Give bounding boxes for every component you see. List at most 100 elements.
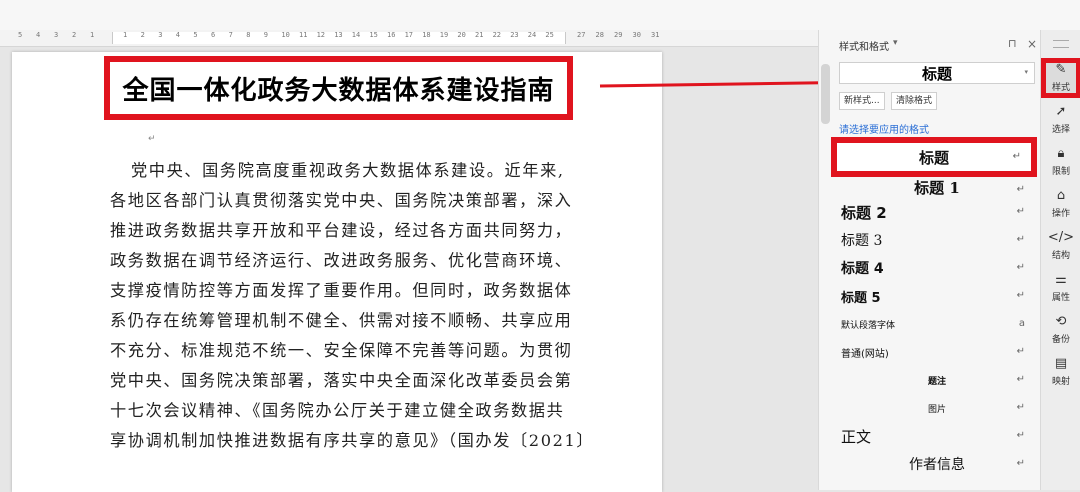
styles-panel: 样式和格式 ▾ ⊓ × 标题 ▾ 新样式... 清除格式 请选择要应用的格式 标… (818, 30, 1041, 490)
style-item-caption[interactable]: 题注 ↵ (839, 366, 1035, 394)
panel-title: 样式和格式 (839, 42, 889, 53)
tool-label: 操作 (1051, 209, 1070, 219)
tool-label: 映射 (1051, 377, 1070, 387)
toolbar-grip[interactable] (1053, 40, 1069, 48)
style-item-h2[interactable]: 标题 2 ↵ (839, 198, 1035, 226)
ruler-tick-label: 24 (527, 31, 537, 39)
body-line: 享协调机制加快推进数据有序共享的意见》（国办发〔2021〕 (110, 431, 595, 450)
style-item-picture[interactable]: 图片 ↵ (839, 394, 1035, 422)
panel-scrollbar[interactable] (821, 64, 830, 124)
cursor-icon: ➚ (1055, 104, 1067, 119)
body-line: 支撑疫情防控等方面发挥了重要作用。但同时，政务数据体 (110, 281, 573, 300)
tool-tag[interactable]: ⌂ 操作 (1041, 184, 1080, 224)
style-item-author[interactable]: 作者信息 ↵ (839, 450, 1035, 478)
paragraph-style-icon: ↵ (1012, 151, 1021, 162)
ruler-tick-label: 7 (228, 31, 233, 39)
ruler-tick-label: 4 (175, 31, 181, 39)
ruler-tick-label: 10 (281, 31, 290, 39)
panel-title-dropdown-icon[interactable]: ▾ (893, 38, 898, 48)
map-icon: ▤ (1054, 356, 1068, 371)
ruler-tick-label: 28 (595, 31, 604, 39)
ruler-tick-label: 13 (334, 31, 343, 39)
paragraph-style-icon: ↵ (1016, 430, 1025, 441)
tool-label: 属性 (1051, 293, 1070, 303)
pin-icon[interactable]: ⊓ (1008, 37, 1017, 50)
document-page[interactable]: 全国一体化政务大数据体系建设指南 ↵ 党中央、国务院高度重视政务大数据体系建设。… (12, 52, 662, 492)
tool-sliders[interactable]: ⚌ 属性 (1041, 268, 1080, 308)
horizontal-ruler[interactable]: 5 4 3 2 1 1 2 3 4 5 6 7 8 9 10 11 12 13 14 15 16 17 18 19 20 21 22… (0, 30, 820, 47)
style-item-label: 标题 3 (841, 233, 883, 249)
style-item-label: 图片 (927, 404, 946, 415)
ruler-tick-label: 12 (316, 31, 326, 39)
ruler-tick-label: 30 (632, 31, 641, 39)
paragraph-style-icon: ↵ (1016, 206, 1025, 217)
current-style-value: 标题 (921, 64, 952, 83)
ruler-tick-label: 3 (54, 31, 59, 39)
ruler-tick-label: 31 (651, 31, 660, 39)
ruler-tick-label: 8 (246, 31, 251, 39)
new-style-button[interactable]: 新样式... (839, 92, 885, 110)
style-item-label: 标题 (918, 148, 949, 167)
tool-label: 限制 (1051, 167, 1070, 177)
paragraph-style-icon: ↵ (1016, 290, 1025, 301)
ruler-tick-label: 29 (614, 31, 623, 39)
tool-pencil[interactable]: ✎ 样式 (1041, 58, 1080, 98)
style-item-normal-web[interactable]: 普通(网站) ↵ (839, 338, 1035, 366)
ruler-tick-label: 1 (90, 31, 95, 39)
ruler-tick-label: 11 (299, 31, 308, 39)
paragraph-style-icon: ↵ (1016, 262, 1025, 273)
style-item-h3[interactable]: 标题 3 ↵ (839, 226, 1035, 254)
ruler-tick-label: 14 (351, 31, 361, 39)
paragraph-mark: ↵ (148, 134, 156, 144)
style-item-h5[interactable]: 标题 5 ↵ (839, 282, 1035, 310)
history-icon: ⟲ (1055, 314, 1067, 329)
ruler-tick-label: 18 (422, 31, 431, 39)
style-item-body[interactable]: 正文 ↵ (839, 422, 1035, 450)
style-item-h4[interactable]: 标题 4 ↵ (839, 254, 1035, 282)
close-icon[interactable]: × (1027, 37, 1037, 51)
tool-code[interactable]: </> 结构 (1041, 226, 1080, 266)
body-line: 党中央、国务院决策部署，落实中央全面深化改革委员会第 (110, 371, 573, 390)
document-title[interactable]: 全国一体化政务大数据体系建设指南 (122, 70, 554, 107)
clear-format-button[interactable]: 清除格式 (891, 92, 938, 110)
ruler-tick-label: 5 (193, 31, 198, 39)
paragraph-style-icon: ↵ (1016, 402, 1025, 413)
tool-label: 选择 (1051, 125, 1070, 135)
ruler-tick-label: 5 (18, 31, 23, 39)
body-line: 系仍存在统筹管理机制不健全、供需对接不顺畅、共享应用 (110, 311, 573, 330)
pencil-icon: ✎ (1055, 62, 1067, 77)
side-toolbar: ✎ 样式 ➚ 选择 🔒︎ 限制 ⌂ 操作 </> 结构 ⚌ 属性 ⟲ 备份 ▤ 映射 (1040, 30, 1080, 490)
ruler-tick-label: 17 (404, 31, 414, 39)
tool-history[interactable]: ⟲ 备份 (1041, 310, 1080, 350)
paragraph-style-icon: ↵ (1016, 374, 1025, 385)
ruler-tick-label: 27 (577, 31, 586, 39)
ruler-tick-label: 22 (492, 31, 502, 39)
style-item-label: 默认段落字体 (841, 320, 896, 331)
style-item-title[interactable]: 标题 ↵ (831, 137, 1037, 177)
window-top-bar (0, 0, 1080, 30)
tool-map[interactable]: ▤ 映射 (1041, 352, 1080, 392)
body-line: 党中央、国务院高度重视政务大数据体系建设。近年来, (131, 161, 565, 180)
tag-icon: ⌂ (1056, 188, 1066, 203)
current-style-select[interactable]: 标题 ▾ (839, 62, 1035, 84)
style-item-label: 标题 1 (914, 178, 960, 197)
document-title-highlight: 全国一体化政务大数据体系建设指南 (104, 56, 573, 120)
ruler-tick-label: 6 (211, 31, 216, 39)
tool-cursor[interactable]: ➚ 选择 (1041, 100, 1080, 140)
choose-format-hint: 请选择要应用的格式 (839, 125, 929, 136)
paragraph-style-icon: ↵ (1016, 458, 1025, 469)
tool-lock[interactable]: 🔒︎ 限制 (1041, 142, 1080, 182)
tool-label: 备份 (1051, 335, 1070, 345)
paragraph-style-icon: ↵ (1016, 346, 1025, 357)
style-item-h1[interactable]: 标题 1 ↵ (839, 176, 1035, 198)
ruler-tick-label: 23 (510, 31, 519, 39)
ruler-tick-label: 20 (457, 31, 466, 39)
style-item-default-font[interactable]: 默认段落字体 a (839, 310, 1035, 338)
tool-label: 结构 (1051, 251, 1070, 261)
document-body[interactable]: 党中央、国务院高度重视政务大数据体系建设。近年来, 各地区各部门认真贯彻落实党中央… (110, 156, 595, 456)
sliders-icon: ⚌ (1055, 272, 1067, 287)
body-line: 推进政务数据共享开放和平台建设，经过各方面共同努力， (110, 221, 573, 240)
ruler-tick-label: 2 (140, 31, 145, 39)
chevron-down-icon: ▾ (1024, 68, 1028, 76)
body-line: 不充分、标准规范不统一、安全保障不完善等问题。为贯彻 (110, 341, 573, 360)
